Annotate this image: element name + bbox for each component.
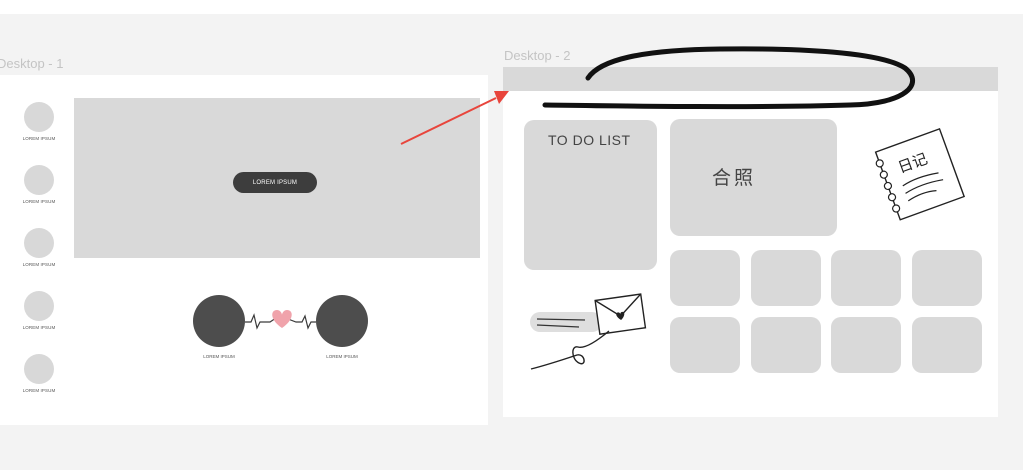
black-scribble bbox=[542, 46, 916, 110]
red-arrow bbox=[400, 97, 497, 145]
annotation-layer bbox=[400, 46, 916, 145]
red-arrow-head bbox=[494, 91, 509, 104]
